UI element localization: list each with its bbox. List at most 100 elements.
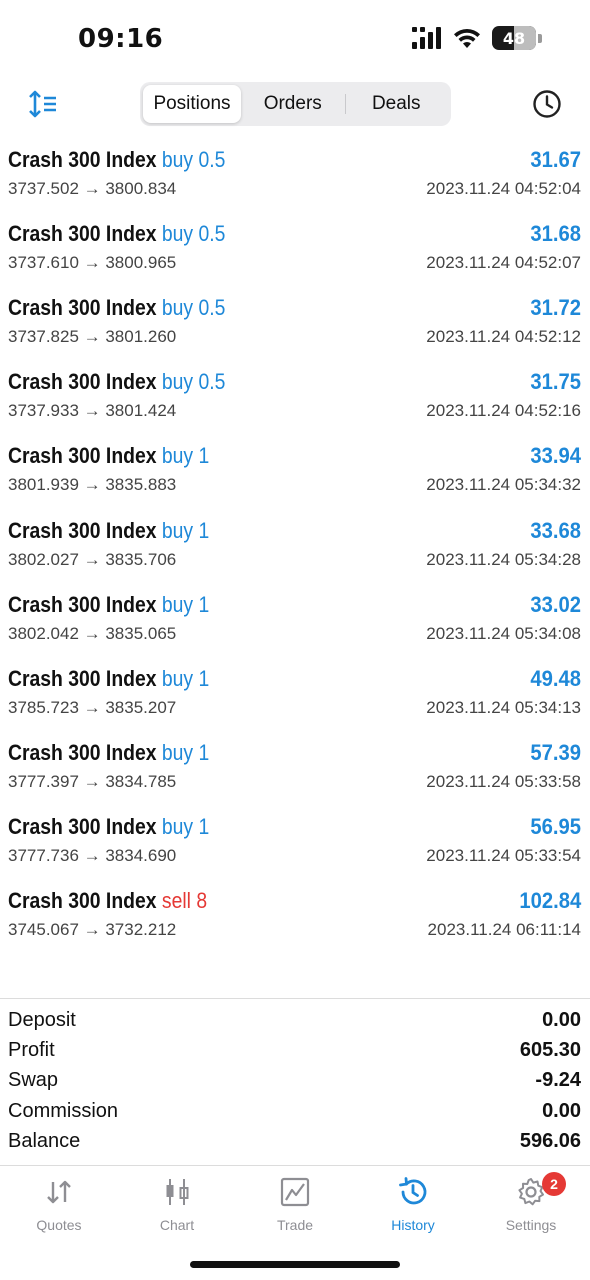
deal-row[interactable]: Crash 300 Index buy 1 33.02 3802.042 → 383… (0, 582, 590, 656)
deal-volume: 1 (198, 813, 210, 839)
deal-symbol: Crash 300 Index (8, 888, 157, 914)
deal-profit: 31.72 (530, 295, 581, 321)
tab-orders[interactable]: Orders (241, 85, 345, 123)
battery-icon: 48 (492, 26, 536, 50)
deal-profit: 49.48 (530, 665, 581, 691)
summary-commission: Commission 0.00 (8, 1099, 581, 1122)
status-icons: 48 (412, 26, 542, 50)
deal-prices: 3737.825 → 3801.260 (8, 327, 177, 347)
deal-direction: buy (161, 813, 194, 839)
sort-icon[interactable] (28, 90, 58, 118)
deal-volume: 0.5 (198, 369, 226, 395)
deal-row[interactable]: Crash 300 Index buy 0.5 31.67 3737.502 → 3… (0, 137, 590, 211)
summary-balance: Balance 596.06 (8, 1129, 581, 1152)
deal-symbol: Crash 300 Index (8, 739, 157, 765)
deal-prices: 3801.939 → 3835.883 (8, 475, 177, 495)
deal-title: Crash 300 Index buy 0.5 (8, 295, 225, 321)
deal-time: 2023.11.24 04:52:07 (426, 253, 581, 273)
deal-profit: 33.02 (530, 591, 581, 617)
deal-row[interactable]: Crash 300 Index buy 1 49.48 3785.723 → 383… (0, 656, 590, 730)
status-bar: 09:16 48 (0, 0, 590, 80)
deal-volume: 1 (198, 443, 210, 469)
deal-direction: buy (161, 665, 194, 691)
deal-prices: 3777.736 → 3834.690 (8, 845, 177, 865)
deal-title: Crash 300 Index buy 1 (8, 518, 209, 544)
deal-row[interactable]: Crash 300 Index buy 1 33.68 3802.027 → 383… (0, 508, 590, 582)
deal-row[interactable]: Crash 300 Index buy 0.5 31.72 3737.825 → 3… (0, 285, 590, 359)
deal-direction: buy (161, 221, 194, 247)
deal-symbol: Crash 300 Index (8, 591, 157, 617)
deals-list[interactable]: Crash 300 Index buy 0.518.063749.137 → 3… (0, 126, 590, 998)
deal-direction: buy (161, 147, 194, 173)
tab-positions[interactable]: Positions (143, 85, 241, 123)
tabbar-trade[interactable]: Trade (236, 1166, 354, 1246)
deal-symbol: Crash 300 Index (8, 369, 157, 395)
battery-level: 48 (502, 28, 526, 48)
deal-profit: 33.68 (530, 517, 581, 543)
deal-row[interactable]: Crash 300 Index buy 0.5 31.75 3737.933 → 3… (0, 359, 590, 433)
status-time: 09:16 (78, 24, 164, 54)
deal-symbol: Crash 300 Index (8, 813, 157, 839)
summary-profit: Profit 605.30 (8, 1039, 581, 1062)
divider (0, 998, 590, 999)
deal-profit: 31.68 (530, 221, 581, 247)
deal-time: 2023.11.24 05:33:58 (426, 771, 581, 791)
deal-profit: 57.39 (530, 739, 581, 765)
deal-volume: 0.5 (198, 147, 226, 173)
deal-row[interactable]: Crash 300 Index sell 8 102.84 3745.067 → 3… (0, 878, 590, 952)
history-segmented-control: Positions Orders Deals (140, 82, 451, 126)
clock-icon[interactable] (532, 89, 562, 119)
deal-direction: buy (161, 295, 194, 321)
trade-chart-icon (280, 1177, 310, 1207)
deal-title: Crash 300 Index buy 1 (8, 592, 209, 618)
deal-direction: buy (161, 443, 194, 469)
deal-symbol: Crash 300 Index (8, 443, 157, 469)
deal-volume: 1 (198, 739, 210, 765)
deal-time: 2023.11.24 05:34:13 (426, 697, 581, 717)
deal-profit: 56.95 (530, 813, 581, 839)
deal-time: 2023.11.24 04:52:04 (426, 179, 581, 199)
deal-row[interactable]: Crash 300 Index buy 1 33.94 3801.939 → 383… (0, 433, 590, 507)
candlestick-icon (166, 1179, 189, 1205)
deal-title: Crash 300 Index buy 0.5 (8, 221, 225, 247)
deal-row[interactable]: Crash 300 Index buy 1 57.39 3777.397 → 383… (0, 730, 590, 804)
deal-symbol: Crash 300 Index (8, 295, 157, 321)
deal-profit: 31.75 (530, 369, 581, 395)
deal-prices: 3737.610 → 3800.965 (8, 253, 177, 273)
quotes-icon (47, 1180, 71, 1204)
deal-direction: buy (161, 369, 194, 395)
deal-volume: 1 (198, 665, 210, 691)
history-icon (399, 1177, 427, 1205)
deal-time: 2023.11.24 04:52:16 (426, 401, 581, 421)
tabbar-chart[interactable]: Chart (118, 1166, 236, 1246)
deal-row[interactable]: Crash 300 Index buy 0.5 31.68 3737.610 → 3… (0, 211, 590, 285)
tabbar-quotes[interactable]: Quotes (0, 1166, 118, 1246)
tabbar-history[interactable]: History (354, 1166, 472, 1246)
deal-profit: 31.67 (530, 147, 581, 173)
summary-deposit: Deposit 0.00 (8, 1009, 581, 1031)
deal-time: 2023.11.24 05:33:54 (426, 845, 581, 865)
deal-prices: 3777.397 → 3834.785 (8, 771, 177, 791)
history-header: Positions Orders Deals (0, 80, 590, 128)
deal-symbol: Crash 300 Index (8, 665, 157, 691)
settings-badge: 2 (542, 1172, 566, 1196)
deal-direction: sell (161, 888, 191, 914)
deal-volume: 1 (198, 591, 210, 617)
deal-symbol: Crash 300 Index (8, 517, 157, 543)
deal-row[interactable]: Crash 300 Index buy 0.518.063749.137 → 3… (0, 126, 590, 137)
tab-deals[interactable]: Deals (344, 85, 449, 123)
deal-prices: 3785.723 → 3835.207 (8, 697, 177, 717)
deal-title: Crash 300 Index buy 0.5 (8, 147, 225, 173)
deal-profit: 33.94 (530, 443, 581, 469)
deal-time: 2023.11.24 05:34:08 (426, 623, 581, 643)
deal-time: 2023.11.24 05:34:32 (426, 475, 581, 495)
tabbar-settings[interactable]: Settings 2 (472, 1166, 590, 1246)
deal-title: Crash 300 Index sell 8 (8, 888, 207, 914)
home-indicator[interactable] (190, 1261, 400, 1268)
bottom-tab-bar: Quotes Chart Trade History Settings 2 (0, 1166, 590, 1246)
deal-volume: 8 (196, 888, 208, 914)
deal-time: 2023.11.24 04:52:12 (426, 327, 581, 347)
deal-direction: buy (161, 591, 194, 617)
deal-title: Crash 300 Index buy 1 (8, 740, 209, 766)
deal-row[interactable]: Crash 300 Index buy 1 56.95 3777.736 → 383… (0, 804, 590, 878)
